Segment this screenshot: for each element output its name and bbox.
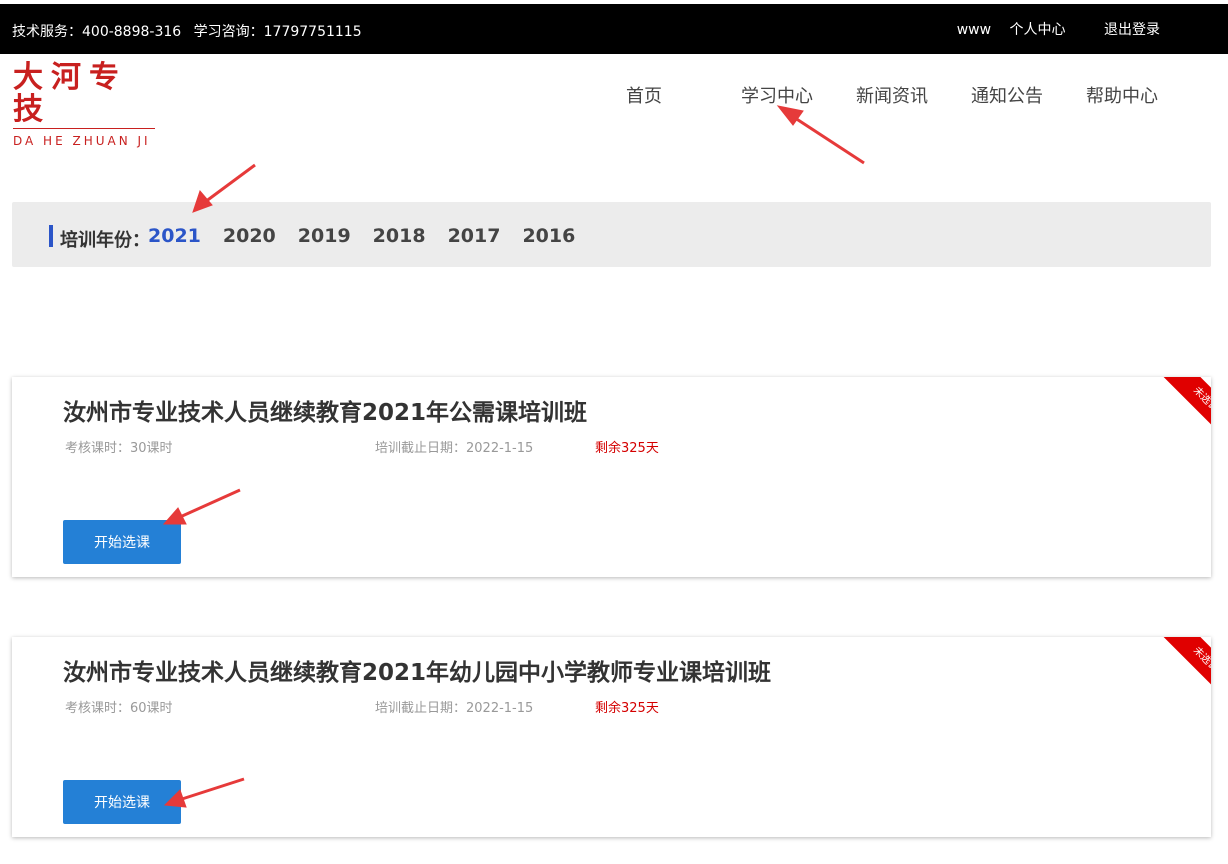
course-remaining: 剩余325天: [595, 701, 659, 716]
personal-center-link[interactable]: 个人中心: [1010, 22, 1066, 38]
annotation-arrowhead: [776, 105, 804, 126]
course-card: 汝州市专业技术人员继续教育2021年幼儿园中小学教师专业课培训班 考核课时：60…: [12, 637, 1211, 837]
tech-service-text: 技术服务：400-8898-316: [12, 24, 182, 40]
year-option-2016[interactable]: 2016: [522, 225, 575, 247]
course-hours: 考核课时：30课时: [65, 441, 173, 456]
start-select-button[interactable]: 开始选课: [63, 520, 181, 564]
year-option-2017[interactable]: 2017: [448, 225, 501, 247]
user-links: www 个人中心 退出登录: [943, 19, 1160, 39]
consult-text: 学习咨询：17797751115: [193, 24, 362, 40]
nav-help[interactable]: 帮助中心: [1086, 82, 1158, 108]
annotation-arrow-line: [791, 114, 865, 165]
logo-divider: [13, 128, 155, 129]
logo-cn: 大河专技: [13, 60, 127, 127]
year-filter-bar: 培训年份： 2021 2020 2019 2018 2017 2016: [12, 202, 1211, 267]
site-logo[interactable]: 大河专技 DA HE ZHUAN JI: [13, 62, 158, 148]
year-option-2019[interactable]: 2019: [298, 225, 351, 247]
year-option-2020[interactable]: 2020: [223, 225, 276, 247]
nav-notices[interactable]: 通知公告: [971, 82, 1043, 108]
annotation-arrow-line: [204, 163, 256, 204]
course-card: 汝州市专业技术人员继续教育2021年公需课培训班 考核课时：30课时 培训截止日…: [12, 377, 1211, 577]
logo-en: DA HE ZHUAN JI: [13, 134, 151, 148]
status-ribbon-text: 未选课: [1153, 637, 1211, 699]
course-deadline: 培训截止日期：2022-1-15: [375, 701, 534, 716]
top-bar: 技术服务：400-8898-316 学习咨询：17797751115 www 个…: [0, 4, 1228, 54]
year-filter-label: 培训年份：: [60, 230, 150, 251]
status-ribbon-text: 未选课: [1153, 377, 1211, 439]
course-deadline: 培训截止日期：2022-1-15: [375, 441, 534, 456]
year-filter-accent: [49, 225, 53, 247]
status-ribbon: 未选课: [1149, 637, 1211, 699]
year-option-2021[interactable]: 2021: [148, 225, 201, 247]
status-ribbon: 未选课: [1149, 377, 1211, 439]
start-select-button[interactable]: 开始选课: [63, 780, 181, 824]
nav-home[interactable]: 首页: [626, 82, 662, 108]
year-options: 2021 2020 2019 2018 2017 2016: [148, 225, 597, 247]
logout-link[interactable]: 退出登录: [1104, 22, 1160, 38]
course-remaining: 剩余325天: [595, 441, 659, 456]
contact-info: 技术服务：400-8898-316 学习咨询：17797751115: [12, 21, 370, 41]
course-title: 汝州市专业技术人员继续教育2021年公需课培训班: [63, 400, 588, 426]
course-hours: 考核课时：60课时: [65, 701, 173, 716]
course-title: 汝州市专业技术人员继续教育2021年幼儿园中小学教师专业课培训班: [63, 660, 772, 686]
nav-learning-center[interactable]: 学习中心: [741, 82, 813, 108]
year-option-2018[interactable]: 2018: [373, 225, 426, 247]
nav-news[interactable]: 新闻资讯: [856, 82, 928, 108]
username: www: [956, 22, 992, 38]
